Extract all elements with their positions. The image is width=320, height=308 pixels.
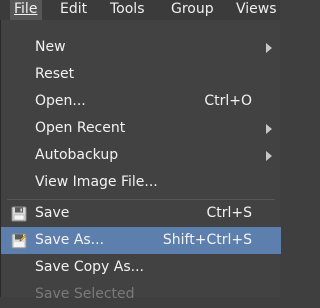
menubar-file[interactable]: File [10, 0, 42, 20]
menu-item-reset-label: Reset [35, 66, 75, 82]
menubar-tools[interactable]: Tools [106, 0, 149, 20]
menubar: File Edit Tools Group Views [0, 0, 280, 20]
menu-item-save-as-shortcut: Shift+Ctrl+S [162, 232, 252, 248]
menu-item-save[interactable]: Save Ctrl+S [1, 200, 281, 227]
menu-item-open-shortcut: Ctrl+O [204, 93, 252, 109]
menu-item-new[interactable]: New [1, 34, 281, 61]
floppy-disk-icon [11, 206, 27, 222]
menu-item-open-label: Open... [35, 93, 86, 109]
menubar-edit-label: Edit [60, 1, 88, 17]
submenu-arrow-icon [266, 124, 272, 134]
submenu-arrow-icon [266, 151, 272, 161]
menu-item-view-image-file-label: View Image File... [35, 174, 158, 190]
menubar-tools-label: Tools [110, 1, 145, 17]
menu-item-save-copy-as-label: Save Copy As... [35, 259, 144, 275]
file-menu-dropdown: New Reset Open... Ctrl+O Open Recent Aut… [0, 20, 281, 302]
menu-item-save-shortcut: Ctrl+S [206, 205, 252, 221]
menu-item-new-label: New [35, 39, 66, 55]
menu-item-reset[interactable]: Reset [1, 61, 281, 88]
menu-item-save-label: Save [35, 205, 70, 221]
menu-item-save-copy-as[interactable]: Save Copy As... [1, 254, 281, 281]
menubar-views-label: Views [236, 1, 277, 17]
menu-item-save-selected-label: Save Selected [35, 286, 135, 302]
menubar-edit[interactable]: Edit [56, 0, 91, 20]
menu-item-save-selected: Save Selected [1, 281, 281, 308]
menubar-group-label: Group [171, 1, 214, 17]
floppy-disk-edit-icon [11, 233, 27, 249]
menubar-group[interactable]: Group [167, 0, 218, 20]
menubar-views[interactable]: Views [232, 0, 281, 20]
menu-item-save-as-label: Save As... [35, 232, 105, 248]
menu-item-autobackup[interactable]: Autobackup [1, 142, 281, 169]
menubar-file-mnemonic: File [14, 1, 38, 17]
menu-item-save-as[interactable]: Save As... Shift+Ctrl+S [1, 227, 281, 254]
menu-item-open-recent[interactable]: Open Recent [1, 115, 281, 142]
menu-item-open-recent-label: Open Recent [35, 120, 126, 136]
submenu-arrow-icon [266, 43, 272, 53]
menu-item-autobackup-label: Autobackup [35, 147, 119, 163]
menu-item-view-image-file[interactable]: View Image File... [1, 169, 281, 196]
menu-item-open[interactable]: Open... Ctrl+O [1, 88, 281, 115]
